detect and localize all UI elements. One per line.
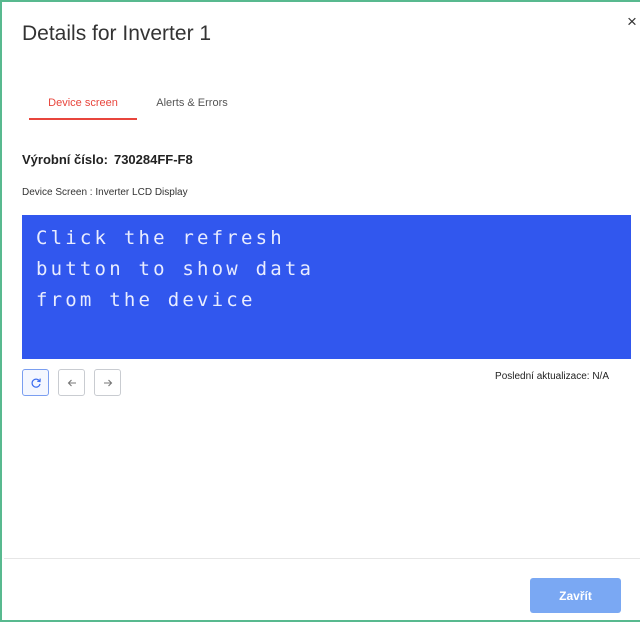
dialog-window: Details for Inverter 1 × Device screen A… [0,0,640,622]
refresh-button[interactable] [22,369,49,396]
footer-divider [4,558,640,559]
tab-device-screen[interactable]: Device screen [29,90,137,120]
serial-value: 730284FF-F8 [113,152,193,167]
last-update-text: Poslední aktualizace: N/A [495,371,609,382]
lcd-display: Click the refresh button to show data fr… [22,215,631,359]
close-button[interactable]: Zavřít [530,578,621,613]
dialog-title: Details for Inverter 1 [22,22,212,45]
arrow-right-icon [103,379,112,386]
close-icon[interactable]: × [624,12,640,32]
serial-label: Výrobní číslo: [22,152,108,167]
device-screen-label: Device Screen : Inverter LCD Display [22,187,188,198]
lcd-line-1: Click the refresh [36,227,285,249]
next-button[interactable] [94,369,121,396]
lcd-line-3: from the device [36,289,256,311]
previous-button[interactable] [58,369,85,396]
lcd-line-2: button to show data [36,258,315,280]
arrow-left-icon [67,379,76,386]
serial-number: Výrobní číslo: 730284FF-F8 [22,152,193,167]
refresh-icon [31,378,41,388]
tab-alerts-errors[interactable]: Alerts & Errors [137,90,247,118]
